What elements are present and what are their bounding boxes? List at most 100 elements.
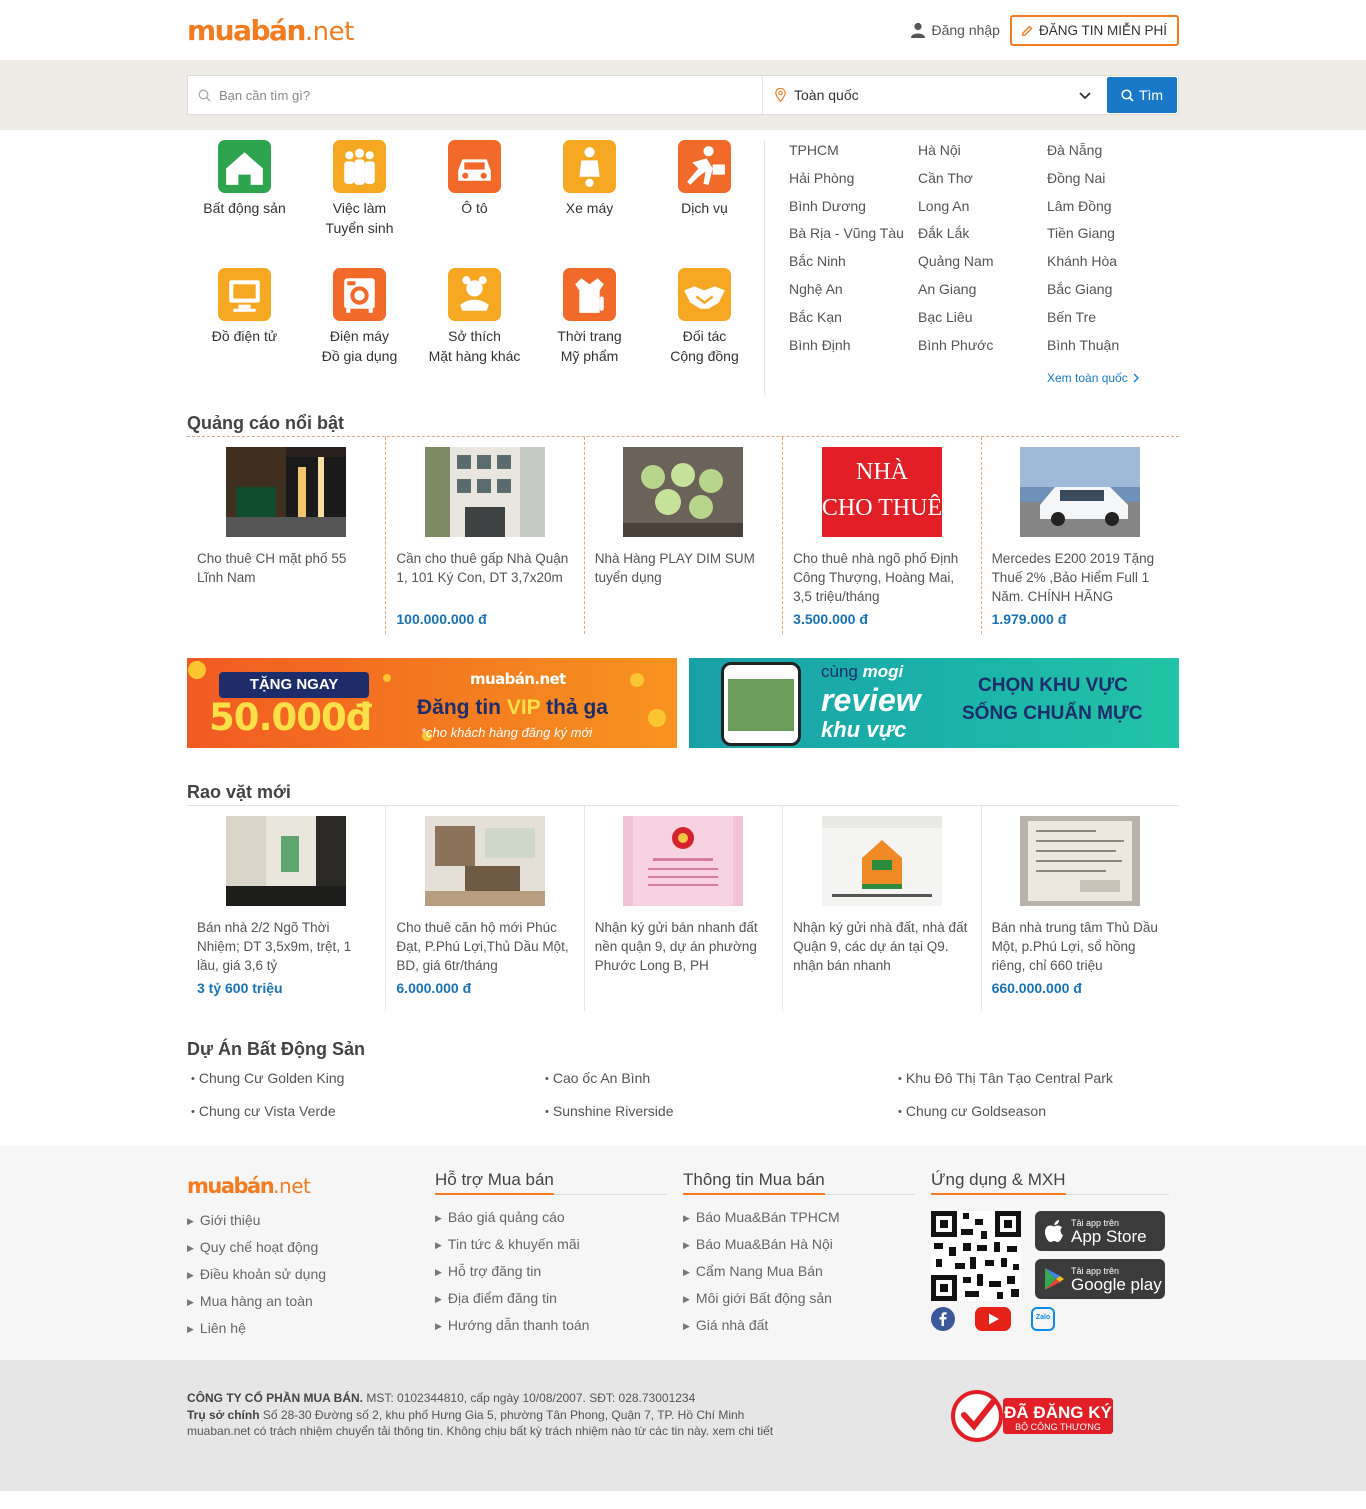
youtube-icon[interactable]	[975, 1307, 1011, 1331]
category-toy[interactable]: Sở thích Mặt hàng khác	[417, 267, 532, 391]
category-fashion[interactable]: Thời trang Mỹ phẩm	[532, 267, 647, 391]
facebook-icon[interactable]	[931, 1307, 955, 1331]
featured-card[interactable]: Nhà Hàng PLAY DIM SUM tuyển dụng	[583, 437, 782, 634]
city-link[interactable]: Khánh Hòa	[1047, 253, 1167, 281]
zalo-icon[interactable]: Zalo	[1031, 1307, 1055, 1331]
city-link[interactable]: An Giang	[918, 281, 1047, 309]
city-link[interactable]: Tiền Giang	[1047, 225, 1167, 253]
listing-title[interactable]: Cho thuê CH mặt phố 55 Lĩnh Nam	[197, 549, 375, 606]
category-car[interactable]: Ô tô	[417, 140, 532, 263]
city-link[interactable]: Quảng Nam	[918, 253, 1047, 281]
latest-card[interactable]: Bán nhà trung tâm Thủ Dầu Một, p.Phú Lợi…	[980, 806, 1179, 1011]
footer-link[interactable]: Tin tức & khuyến mãi	[435, 1232, 683, 1259]
site-logo[interactable]: muabán .net	[187, 14, 354, 47]
city-link[interactable]: Bình Phước	[918, 337, 1047, 365]
city-link[interactable]: Bạc Liêu	[918, 309, 1047, 337]
promo-banner-mogi[interactable]: cùng mogi review khu vực CHỌN KHU VỰC SỐ…	[689, 658, 1179, 748]
listing-title[interactable]: Cho thuê căn hộ mới Phúc Đạt, P.Phú Lợi,…	[396, 918, 573, 975]
listing-title[interactable]: Nhận ký gửi nhà đất, nhà đất Quận 9, các…	[793, 918, 970, 975]
latest-card[interactable]: Bán nhà 2/2 Ngõ Thời Nhiệm; DT 3,5x9m, t…	[187, 806, 385, 1011]
listing-title[interactable]: Cần cho thuê gấp Nhà Quận 1, 101 Ký Con,…	[396, 549, 573, 606]
category-people[interactable]: Việc làm Tuyển sinh	[302, 140, 417, 263]
footer-link[interactable]: Cẩm Nang Mua Bán	[683, 1259, 931, 1286]
listing-thumbnail[interactable]	[623, 447, 744, 537]
listing-thumbnail[interactable]	[1020, 816, 1141, 906]
city-link[interactable]: Bến Tre	[1047, 309, 1167, 337]
city-link[interactable]: Lâm Đồng	[1047, 198, 1167, 226]
latest-card[interactable]: Nhận ký gửi nhà đất, nhà đất Quận 9, các…	[782, 806, 980, 1011]
login-link[interactable]: Đăng nhập	[911, 22, 1002, 38]
city-link[interactable]: Bắc Ninh	[789, 253, 918, 281]
footer-link[interactable]: Báo giá quảng cáo	[435, 1205, 683, 1232]
city-link[interactable]: Nghệ An	[789, 281, 918, 309]
listing-thumbnail[interactable]	[226, 816, 347, 906]
footer-link[interactable]: Giới thiệu	[187, 1208, 435, 1235]
post-ad-button[interactable]: ĐĂNG TIN MIỄN PHÍ	[1009, 14, 1179, 46]
city-link[interactable]: Đắk Lắk	[918, 225, 1047, 253]
google-play-button[interactable]: Tải app trên Google play	[1035, 1259, 1165, 1299]
legal-more-link[interactable]: xem chi tiết	[709, 1424, 773, 1438]
category-scooter[interactable]: Xe máy	[532, 140, 647, 263]
project-link[interactable]: Sunshine Riverside	[541, 1103, 894, 1136]
footer-link[interactable]: Mua hàng an toàn	[187, 1289, 435, 1316]
featured-card[interactable]: NHÀ CHO THUÊ Cho thuê nhà ngõ phố Định Côn…	[782, 437, 980, 634]
category-appliance[interactable]: Điện máy Đồ gia dụng	[302, 267, 417, 391]
footer-link[interactable]: Điều khoản sử dụng	[187, 1262, 435, 1289]
city-link[interactable]: Hà Nội	[918, 142, 1047, 170]
see-all-cities-link[interactable]: Xem toàn quốc	[1047, 364, 1167, 392]
search-button[interactable]: Tìm	[1107, 77, 1177, 113]
footer-link[interactable]: Liên hệ	[187, 1316, 435, 1343]
footer-link[interactable]: Báo Mua&Bán TPHCM	[683, 1205, 931, 1232]
listing-title[interactable]: Nhận ký gửi bán nhanh đất nền quận 9, dự…	[595, 918, 772, 975]
project-link[interactable]: Chung Cư Golden King	[187, 1070, 541, 1103]
listing-title[interactable]: Bán nhà 2/2 Ngõ Thời Nhiệm; DT 3,5x9m, t…	[197, 918, 375, 975]
city-link[interactable]: Bắc Kạn	[789, 309, 918, 337]
category-house[interactable]: Bất động sản	[187, 140, 302, 263]
featured-card[interactable]: Mercedes E200 2019 Tặng Thuế 2% ,Bảo Hiể…	[980, 437, 1179, 634]
project-link[interactable]: Chung cư Goldseason	[894, 1103, 1179, 1136]
featured-card[interactable]: Cho thuê CH mặt phố 55 Lĩnh Nam	[187, 437, 385, 634]
listing-title[interactable]: Mercedes E200 2019 Tặng Thuế 2% ,Bảo Hiể…	[992, 549, 1169, 606]
category-computer[interactable]: Đồ điện tử	[187, 267, 302, 391]
listing-thumbnail[interactable]	[1020, 447, 1141, 537]
listing-thumbnail[interactable]	[623, 816, 744, 906]
footer-link[interactable]: Giá nhà đất	[683, 1313, 931, 1340]
category-handshake[interactable]: Đối tác Cộng đồng	[647, 267, 762, 391]
city-link[interactable]: Hải Phòng	[789, 170, 918, 198]
listing-title[interactable]: Bán nhà trung tâm Thủ Dầu Một, p.Phú Lợi…	[992, 918, 1169, 975]
city-link[interactable]: Bà Rịa - Vũng Tàu	[789, 225, 918, 253]
project-link[interactable]: Chung cư Vista Verde	[187, 1103, 541, 1136]
qr-code-icon[interactable]	[931, 1211, 1021, 1301]
city-link[interactable]: Bình Định	[789, 337, 918, 365]
city-link[interactable]: TPHCM	[789, 142, 918, 170]
footer-link[interactable]: Quy chế hoạt động	[187, 1235, 435, 1262]
listing-thumbnail[interactable]: NHÀ CHO THUÊ	[821, 447, 942, 537]
city-link[interactable]: Đồng Nai	[1047, 170, 1167, 198]
footer-link[interactable]: Hướng dẫn thanh toán	[435, 1313, 683, 1340]
registered-badge[interactable]: ĐÃ ĐĂNG KÝ BỘ CÔNG THƯƠNG	[951, 1390, 1113, 1447]
footer-link[interactable]: Hỗ trợ đăng tin	[435, 1259, 683, 1286]
city-link[interactable]: Bắc Giang	[1047, 281, 1167, 309]
featured-card[interactable]: Cần cho thuê gấp Nhà Quận 1, 101 Ký Con,…	[385, 437, 583, 634]
listing-thumbnail[interactable]	[821, 816, 942, 906]
footer-logo[interactable]: muabán .net	[187, 1174, 435, 1200]
footer-link[interactable]: Môi giới Bất động sản	[683, 1286, 931, 1313]
project-link[interactable]: Khu Đô Thị Tân Tạo Central Park	[894, 1070, 1179, 1103]
city-link[interactable]: Bình Dương	[789, 198, 918, 226]
app-store-button[interactable]: Tải app trên App Store	[1035, 1211, 1165, 1251]
city-link[interactable]: Long An	[918, 198, 1047, 226]
latest-card[interactable]: Nhận ký gửi bán nhanh đất nền quận 9, dự…	[583, 806, 782, 1011]
city-link[interactable]: Đà Nẵng	[1047, 142, 1167, 170]
listing-title[interactable]: Cho thuê nhà ngõ phố Định Công Thượng, H…	[793, 549, 970, 606]
category-service[interactable]: Dịch vụ	[647, 140, 762, 263]
project-link[interactable]: Cao ốc An Bình	[541, 1070, 894, 1103]
footer-link[interactable]: Địa điểm đăng tin	[435, 1286, 683, 1313]
latest-card[interactable]: Cho thuê căn hộ mới Phúc Đạt, P.Phú Lợi,…	[385, 806, 583, 1011]
listing-thumbnail[interactable]	[425, 816, 546, 906]
listing-thumbnail[interactable]	[425, 447, 546, 537]
listing-thumbnail[interactable]	[226, 447, 347, 537]
city-link[interactable]: Cần Thơ	[918, 170, 1047, 198]
search-input[interactable]	[219, 87, 739, 103]
location-select[interactable]: Toàn quốc	[763, 76, 1106, 114]
city-link[interactable]: Bình Thuận	[1047, 337, 1167, 365]
